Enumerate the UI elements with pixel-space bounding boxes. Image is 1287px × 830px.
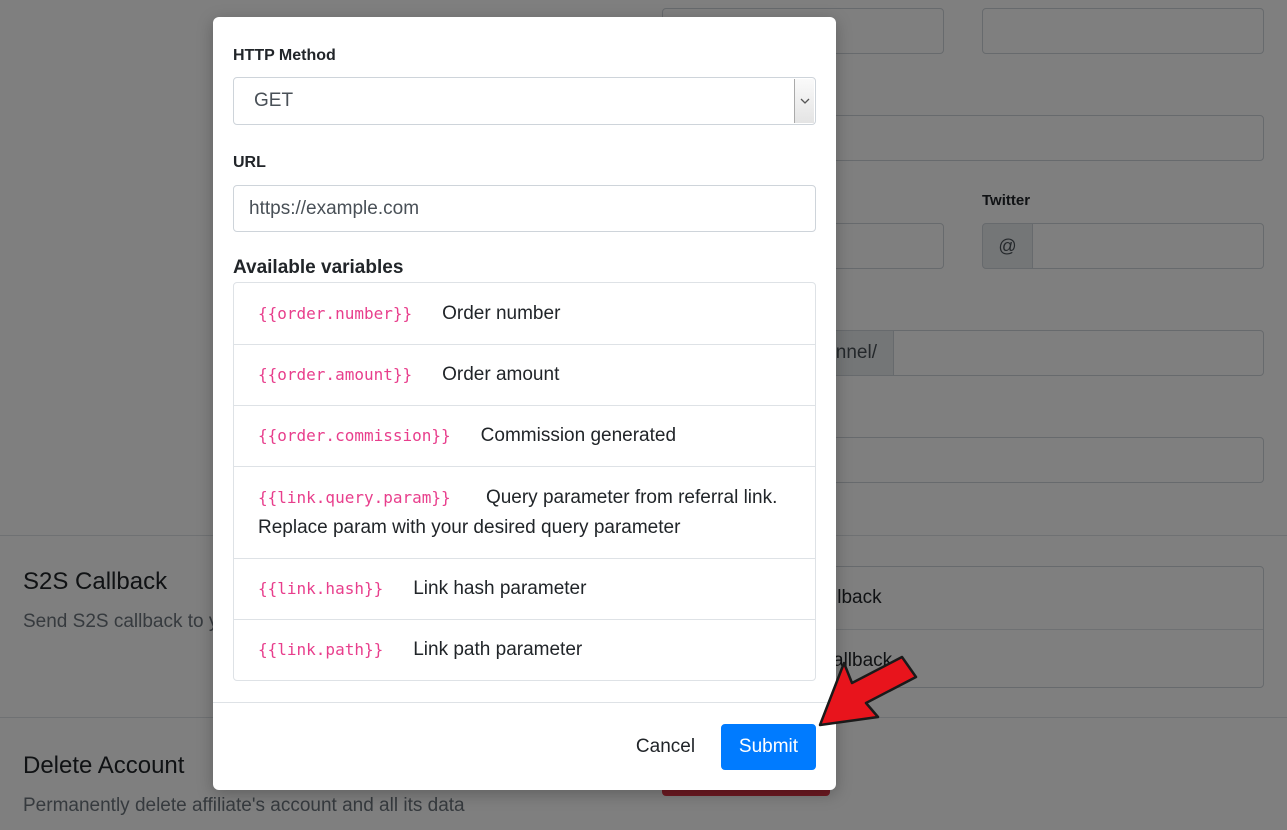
url-input[interactable]: https://example.com bbox=[233, 185, 816, 232]
variable-description: Commission generated bbox=[480, 425, 677, 446]
variable-code: {{order.commission}} bbox=[258, 426, 451, 445]
callback-modal: HTTP Method GET URL https://example.com … bbox=[213, 17, 836, 790]
list-item: {{order.commission}} Commission generate… bbox=[234, 405, 815, 466]
variable-code: {{order.amount}} bbox=[258, 365, 413, 384]
variable-code: {{link.query.param}} bbox=[258, 488, 451, 507]
chevron-down-icon[interactable] bbox=[794, 79, 814, 123]
http-method-select[interactable]: GET bbox=[233, 77, 816, 125]
http-method-value: GET bbox=[254, 90, 294, 111]
variable-code: {{link.path}} bbox=[258, 640, 384, 659]
variable-description: Order number bbox=[442, 302, 561, 324]
list-item: {{link.hash}} Link hash parameter bbox=[234, 558, 815, 619]
variables-list: {{order.number}} Order number {{order.am… bbox=[233, 282, 816, 681]
url-placeholder: https://example.com bbox=[249, 197, 420, 219]
variable-description: Query parameter from referral link. bbox=[485, 487, 778, 508]
modal-footer: Cancel Submit bbox=[213, 702, 836, 790]
list-item: {{link.path}} Link path parameter bbox=[234, 619, 815, 680]
variables-title: Available variables bbox=[233, 257, 404, 278]
list-item: {{link.query.param}} Query parameter fro… bbox=[234, 466, 815, 558]
list-item: {{order.number}} Order number bbox=[234, 283, 815, 344]
variable-description: Link hash parameter bbox=[413, 578, 587, 599]
variable-code: {{link.hash}} bbox=[258, 579, 384, 598]
submit-button[interactable]: Submit bbox=[721, 724, 816, 770]
variable-description: Link path parameter bbox=[413, 639, 583, 660]
red-arrow-icon bbox=[818, 655, 918, 727]
variable-description: Order amount bbox=[442, 364, 560, 385]
cancel-button[interactable]: Cancel bbox=[623, 724, 708, 770]
list-item: {{order.amount}} Order amount bbox=[234, 344, 815, 405]
variable-code: {{order.number}} bbox=[258, 303, 413, 323]
variable-description-continued: Replace param with your desired query pa… bbox=[258, 517, 681, 538]
http-method-label: HTTP Method bbox=[233, 47, 336, 64]
url-label: URL bbox=[233, 154, 266, 171]
